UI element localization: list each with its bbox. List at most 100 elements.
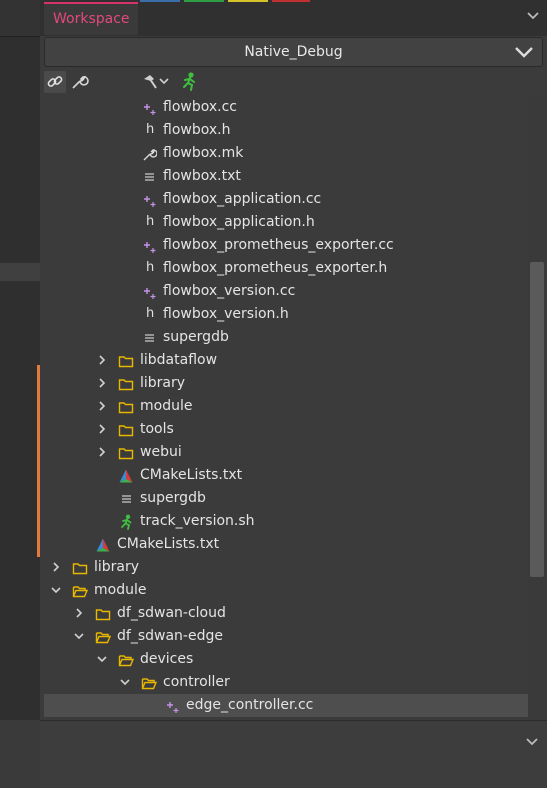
- cpp-source-icon: [144, 288, 156, 299]
- folder-icon: [72, 563, 88, 575]
- tree-item-label: module: [94, 582, 147, 598]
- folder-icon: [118, 425, 134, 437]
- tree-item-label: module: [140, 398, 193, 414]
- chevron-right-icon[interactable]: [96, 377, 108, 389]
- tree-folder-row[interactable]: module: [44, 579, 528, 602]
- tree-file-row[interactable]: h flowbox.h: [44, 119, 528, 142]
- build-config-value: Native_Debug: [244, 44, 343, 60]
- tree-item-label: edge_controller.cc: [186, 697, 314, 713]
- cpp-source-icon: [144, 196, 156, 207]
- tab-workspace[interactable]: Workspace: [44, 2, 138, 35]
- chevron-right-icon[interactable]: [96, 446, 108, 458]
- change-marker: [37, 365, 40, 557]
- chevron-right-icon[interactable]: [96, 400, 108, 412]
- tree-item-label: tools: [140, 421, 174, 437]
- editor-tab-strip: [0, 0, 40, 37]
- chevron-right-icon[interactable]: [50, 561, 62, 573]
- build-button[interactable]: [140, 71, 176, 93]
- header-icon-glyph: h: [146, 214, 155, 229]
- tree-file-row[interactable]: supergdb: [44, 487, 528, 510]
- run-button[interactable]: [178, 71, 200, 93]
- workspace-toolbar: [44, 70, 543, 94]
- tree-file-row[interactable]: flowbox.cc: [44, 96, 528, 119]
- folder-icon: [118, 448, 134, 460]
- header-icon-glyph: h: [146, 122, 155, 137]
- tree-file-row[interactable]: flowbox_version.cc: [44, 280, 528, 303]
- tree-item-label: flowbox.cc: [163, 99, 237, 115]
- tree-item-label: flowbox_version.cc: [163, 283, 296, 299]
- editor-current-line: [0, 263, 40, 281]
- tree-folder-row[interactable]: df_sdwan-cloud: [44, 602, 528, 625]
- folder-icon: [118, 356, 134, 368]
- tree-item-label: df_sdwan-cloud: [117, 605, 226, 621]
- tree-item-label: flowbox.txt: [163, 168, 241, 184]
- chevron-down-icon[interactable]: [119, 676, 131, 688]
- link-icon: [47, 76, 63, 87]
- tree-file-row[interactable]: h flowbox_version.h: [44, 303, 528, 326]
- tree-item-label: CMakeLists.txt: [140, 467, 243, 483]
- tree-file-row[interactable]: h flowbox_prometheus_exporter.h: [44, 257, 528, 280]
- folder-open-icon: [118, 655, 134, 667]
- editor-gutter: [0, 0, 40, 787]
- tree-file-row[interactable]: CMakeLists.txt: [44, 464, 528, 487]
- folder-icon: [95, 609, 111, 621]
- tree-folder-row[interactable]: tools: [44, 418, 528, 441]
- chevron-down-icon[interactable]: [50, 584, 62, 596]
- header-icon-glyph: h: [146, 306, 155, 321]
- run-script-icon: [121, 514, 132, 530]
- tab-workspace-label: Workspace: [53, 11, 130, 27]
- tree-item-label: flowbox_version.h: [163, 306, 289, 322]
- tree-folder-row[interactable]: df_sdwan-edge: [44, 625, 528, 648]
- tree-item-label: supergdb: [163, 329, 229, 345]
- tree-item-label: libdataflow: [140, 352, 218, 368]
- wrench-file-icon: [143, 149, 157, 161]
- build-config-select[interactable]: Native_Debug: [44, 37, 543, 67]
- tree-folder-row[interactable]: library: [44, 372, 528, 395]
- folder-open-icon: [141, 678, 157, 690]
- tree-file-row[interactable]: h flowbox_application.h: [44, 211, 528, 234]
- text-file-icon: [145, 173, 154, 181]
- tree-folder-row[interactable]: controller: [44, 671, 528, 694]
- text-file-icon: [145, 334, 154, 342]
- wrench-icon: [72, 75, 89, 89]
- chevron-right-icon[interactable]: [96, 423, 108, 435]
- tree-folder-row[interactable]: devices: [44, 648, 528, 671]
- bottom-panel: [40, 720, 547, 788]
- tree-file-row[interactable]: flowbox_application.cc: [44, 188, 528, 211]
- tree-file-row[interactable]: flowbox_prometheus_exporter.cc: [44, 234, 528, 257]
- tree-scrollbar-thumb[interactable]: [530, 262, 544, 577]
- tree-file-row[interactable]: CMakeLists.txt: [44, 533, 528, 556]
- file-tree: flowbox.cc h flowbox.h flowbox.mk flowbox.tx…: [44, 96, 528, 720]
- link-editor-button[interactable]: [44, 71, 66, 93]
- chevron-down-icon[interactable]: [96, 653, 108, 665]
- cmake-icon: [119, 469, 133, 483]
- chevron-down-icon[interactable]: [524, 735, 540, 749]
- editor-bottom-area: [0, 720, 40, 787]
- cpp-source-icon: [144, 242, 156, 253]
- tree-folder-row[interactable]: webui: [44, 441, 528, 464]
- chevron-down-icon[interactable]: [73, 630, 85, 642]
- tree-item-label: df_sdwan-edge: [117, 628, 223, 644]
- tree-item-label: flowbox_prometheus_exporter.cc: [163, 237, 394, 253]
- tree-item-label: devices: [140, 651, 194, 667]
- header-icon-glyph: h: [146, 260, 155, 275]
- tree-folder-row[interactable]: libdataflow: [44, 349, 528, 372]
- chevron-down-icon[interactable]: [525, 8, 541, 24]
- tree-file-row[interactable]: edge_controller.cc: [44, 694, 528, 717]
- tree-file-row[interactable]: flowbox.txt: [44, 165, 528, 188]
- tree-file-row[interactable]: supergdb: [44, 326, 528, 349]
- tree-folder-row[interactable]: library: [44, 556, 528, 579]
- tree-item-label: library: [140, 375, 186, 391]
- tree-item-label: supergdb: [140, 490, 206, 506]
- tree-folder-row[interactable]: module: [44, 395, 528, 418]
- tree-item-label: flowbox.h: [163, 122, 231, 138]
- tree-item-label: library: [94, 559, 140, 575]
- tree-item-label: CMakeLists.txt: [117, 536, 220, 552]
- folder-open-icon: [95, 632, 111, 644]
- settings-button[interactable]: [68, 71, 90, 93]
- tree-file-row[interactable]: flowbox.mk: [44, 142, 528, 165]
- tree-file-row[interactable]: track_version.sh: [44, 510, 528, 533]
- tree-item-label: flowbox.mk: [163, 145, 244, 161]
- chevron-right-icon[interactable]: [96, 354, 108, 366]
- chevron-right-icon[interactable]: [73, 607, 85, 619]
